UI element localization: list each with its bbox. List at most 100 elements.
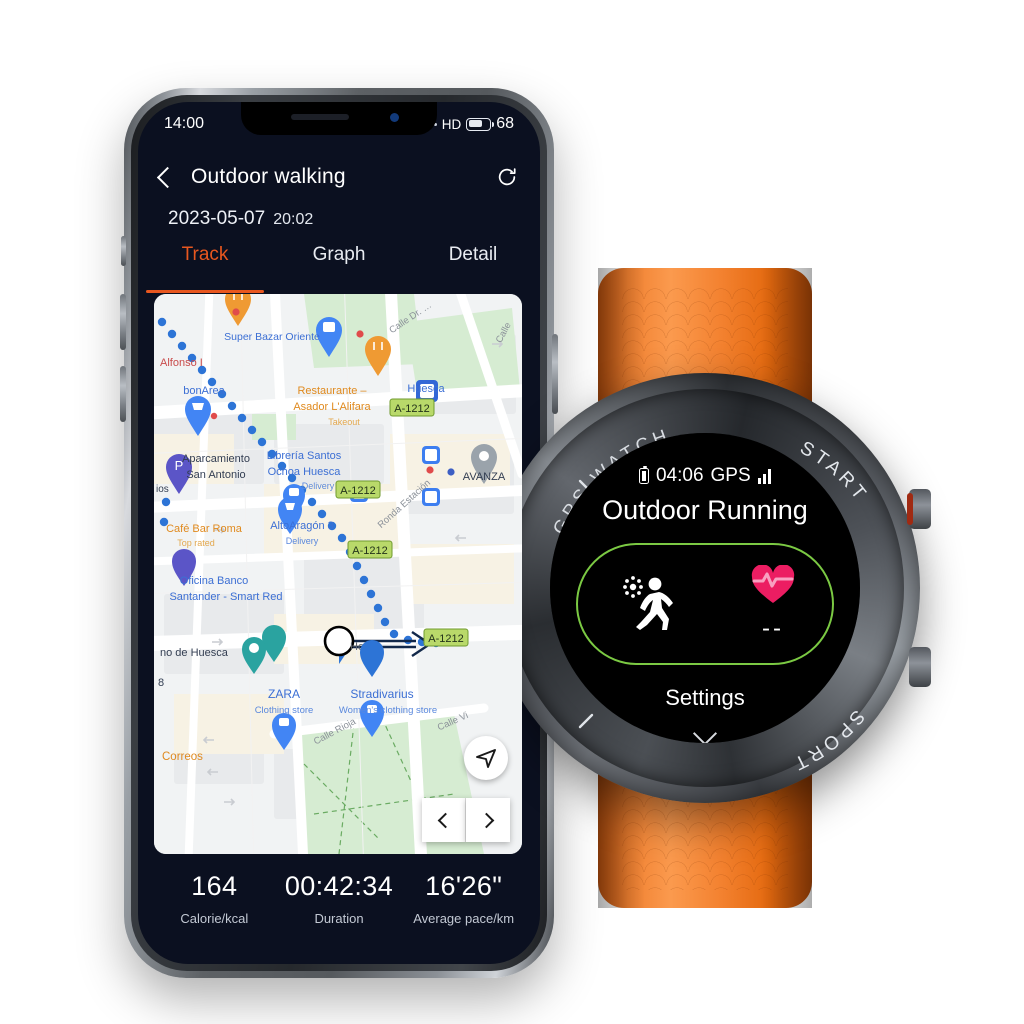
chevron-left-icon (437, 812, 454, 828)
watch-sport-button[interactable] (909, 647, 931, 687)
summary-stats: 164 Calorie/kcal 00:42:34 Duration 16'26… (138, 871, 540, 926)
stat-average-pace: 16'26" Average pace/km (401, 871, 526, 926)
session-date: 2023-05-07 (168, 208, 266, 229)
map-label: Ochoa Huesca (268, 466, 342, 478)
smartwatch-device: GPS WATCH START SPORT (470, 268, 940, 908)
map-pager (422, 798, 510, 842)
stat-value: 00:42:34 (284, 871, 394, 901)
battery-icon (466, 117, 494, 131)
watch-bezel: GPS WATCH START SPORT (506, 389, 904, 787)
phone-volume-up-button[interactable] (120, 294, 126, 350)
refresh-icon[interactable] (496, 166, 518, 188)
watch-case: GPS WATCH START SPORT (490, 373, 931, 803)
road-shield: A-1212 (423, 628, 469, 647)
map-label: Librería Santos (267, 450, 342, 462)
map-label: 8 (158, 677, 164, 689)
stat-label: Average pace/km (413, 911, 515, 926)
map-label: San Antonio (186, 469, 245, 481)
map-label: Delivery (286, 536, 319, 546)
map-label: Alfonso I (160, 357, 203, 369)
tab-track[interactable]: Track (138, 244, 272, 284)
stat-label: Calorie/kcal (180, 911, 249, 926)
map-prev-button[interactable] (422, 798, 466, 842)
map-label: Asador L'Alifara (293, 401, 371, 413)
gps-label: GPS (710, 465, 751, 486)
phone-frame: 14:00 HD 68 Outdoor walking 2023-05-07 2… (131, 95, 547, 971)
road-shield: A-1212 (335, 480, 381, 499)
battery-percent-label: 68 (496, 115, 514, 132)
road-shield: A-1212 (389, 398, 435, 417)
map-label: AltoAragón 3 (270, 520, 334, 532)
app-header: Outdoor walking (138, 154, 540, 200)
page-title: Outdoor walking (191, 165, 346, 188)
status-indicators: HD 68 (433, 115, 514, 133)
svg-text:SPORT: SPORT (787, 706, 868, 775)
map-label: Stradivarius (350, 687, 413, 701)
watch-activity-title: Outdoor Running (602, 495, 808, 525)
map-label: Delivery (302, 481, 335, 491)
map-label: Clothing store (255, 705, 314, 716)
chevron-right-icon (478, 812, 494, 828)
tab-detail[interactable]: Detail (406, 244, 540, 284)
bezel-right-bottom-text: SPORT (787, 706, 864, 775)
svg-text:A-1212: A-1212 (352, 545, 387, 557)
earpiece-speaker (291, 114, 349, 120)
running-person-icon (623, 576, 673, 630)
map-label: Huesca (407, 383, 445, 395)
signal-bars-icon (757, 468, 772, 484)
stat-value: 16'26" (425, 871, 503, 901)
session-time: 20:02 (273, 211, 314, 228)
watch-time: 04:06 (655, 465, 704, 486)
phone-mute-switch[interactable] (121, 236, 126, 266)
chevron-left-icon[interactable] (156, 166, 179, 188)
map-label: Correos (162, 751, 203, 763)
product-composite: 14:00 HD 68 Outdoor walking 2023-05-07 2… (0, 0, 1024, 1024)
heart-rate-value: -- (762, 615, 784, 642)
stat-duration: 00:42:34 Duration (277, 871, 402, 926)
map-label: ios (156, 484, 169, 495)
phone-volume-down-button[interactable] (120, 366, 126, 422)
stat-calories: 164 Calorie/kcal (152, 871, 277, 926)
activity-cell[interactable] (614, 572, 678, 636)
session-datetime: 2023-05-07 20:02 (168, 208, 313, 230)
heart-rate-cell[interactable]: -- (750, 565, 796, 643)
svg-text:A-1212: A-1212 (340, 485, 375, 497)
tab-graph[interactable]: Graph (272, 244, 406, 284)
map-label: ZARA (268, 687, 300, 701)
map-label: Aparcamiento (182, 453, 250, 465)
map-label: bonArea (183, 385, 225, 397)
network-type-label: HD (441, 116, 462, 132)
battery-icon (638, 465, 649, 484)
watch-status-bar: 04:06 GPS (550, 465, 860, 487)
watch-screen[interactable]: 04:06 GPS Outdoor Running -- Settings (550, 433, 860, 743)
road-shield: A-1212 (347, 540, 393, 559)
map-next-button[interactable] (466, 798, 510, 842)
stat-value: 164 (191, 871, 238, 901)
map-label: Women's clothing store (339, 705, 437, 716)
chevron-down-icon[interactable] (692, 721, 718, 743)
map-label: Takeout (328, 417, 360, 427)
map-label: Top rated (177, 538, 215, 548)
battery-fill (468, 119, 482, 127)
smartphone-device: 14:00 HD 68 Outdoor walking 2023-05-07 2… (120, 88, 558, 978)
map-label: Oficina Banco (180, 575, 248, 587)
navigation-arrow-icon[interactable] (464, 736, 508, 780)
map-label: Santander - Smart Red (169, 591, 282, 603)
phone-notch (241, 102, 437, 135)
map-label: Restaurante – (297, 385, 367, 397)
tab-bar: Track Graph Detail (138, 244, 540, 284)
map-label: no de Huesca (160, 647, 229, 659)
map-label: Super Bazar Oriente (224, 331, 320, 343)
map-label: AVANZA (463, 471, 506, 483)
svg-text:A-1212: A-1212 (428, 633, 463, 645)
watch-settings-label[interactable]: Settings (550, 685, 860, 711)
map-label: Café Bar Roma (166, 523, 243, 535)
watch-start-button[interactable] (907, 489, 931, 529)
front-camera (390, 113, 399, 122)
svg-text:A-1212: A-1212 (394, 403, 429, 415)
route-map[interactable]: Home (154, 294, 522, 854)
current-position-marker (323, 625, 355, 657)
status-time: 14:00 (164, 115, 205, 132)
heart-rate-icon (751, 565, 795, 603)
watch-activity-card[interactable]: -- (576, 543, 834, 665)
